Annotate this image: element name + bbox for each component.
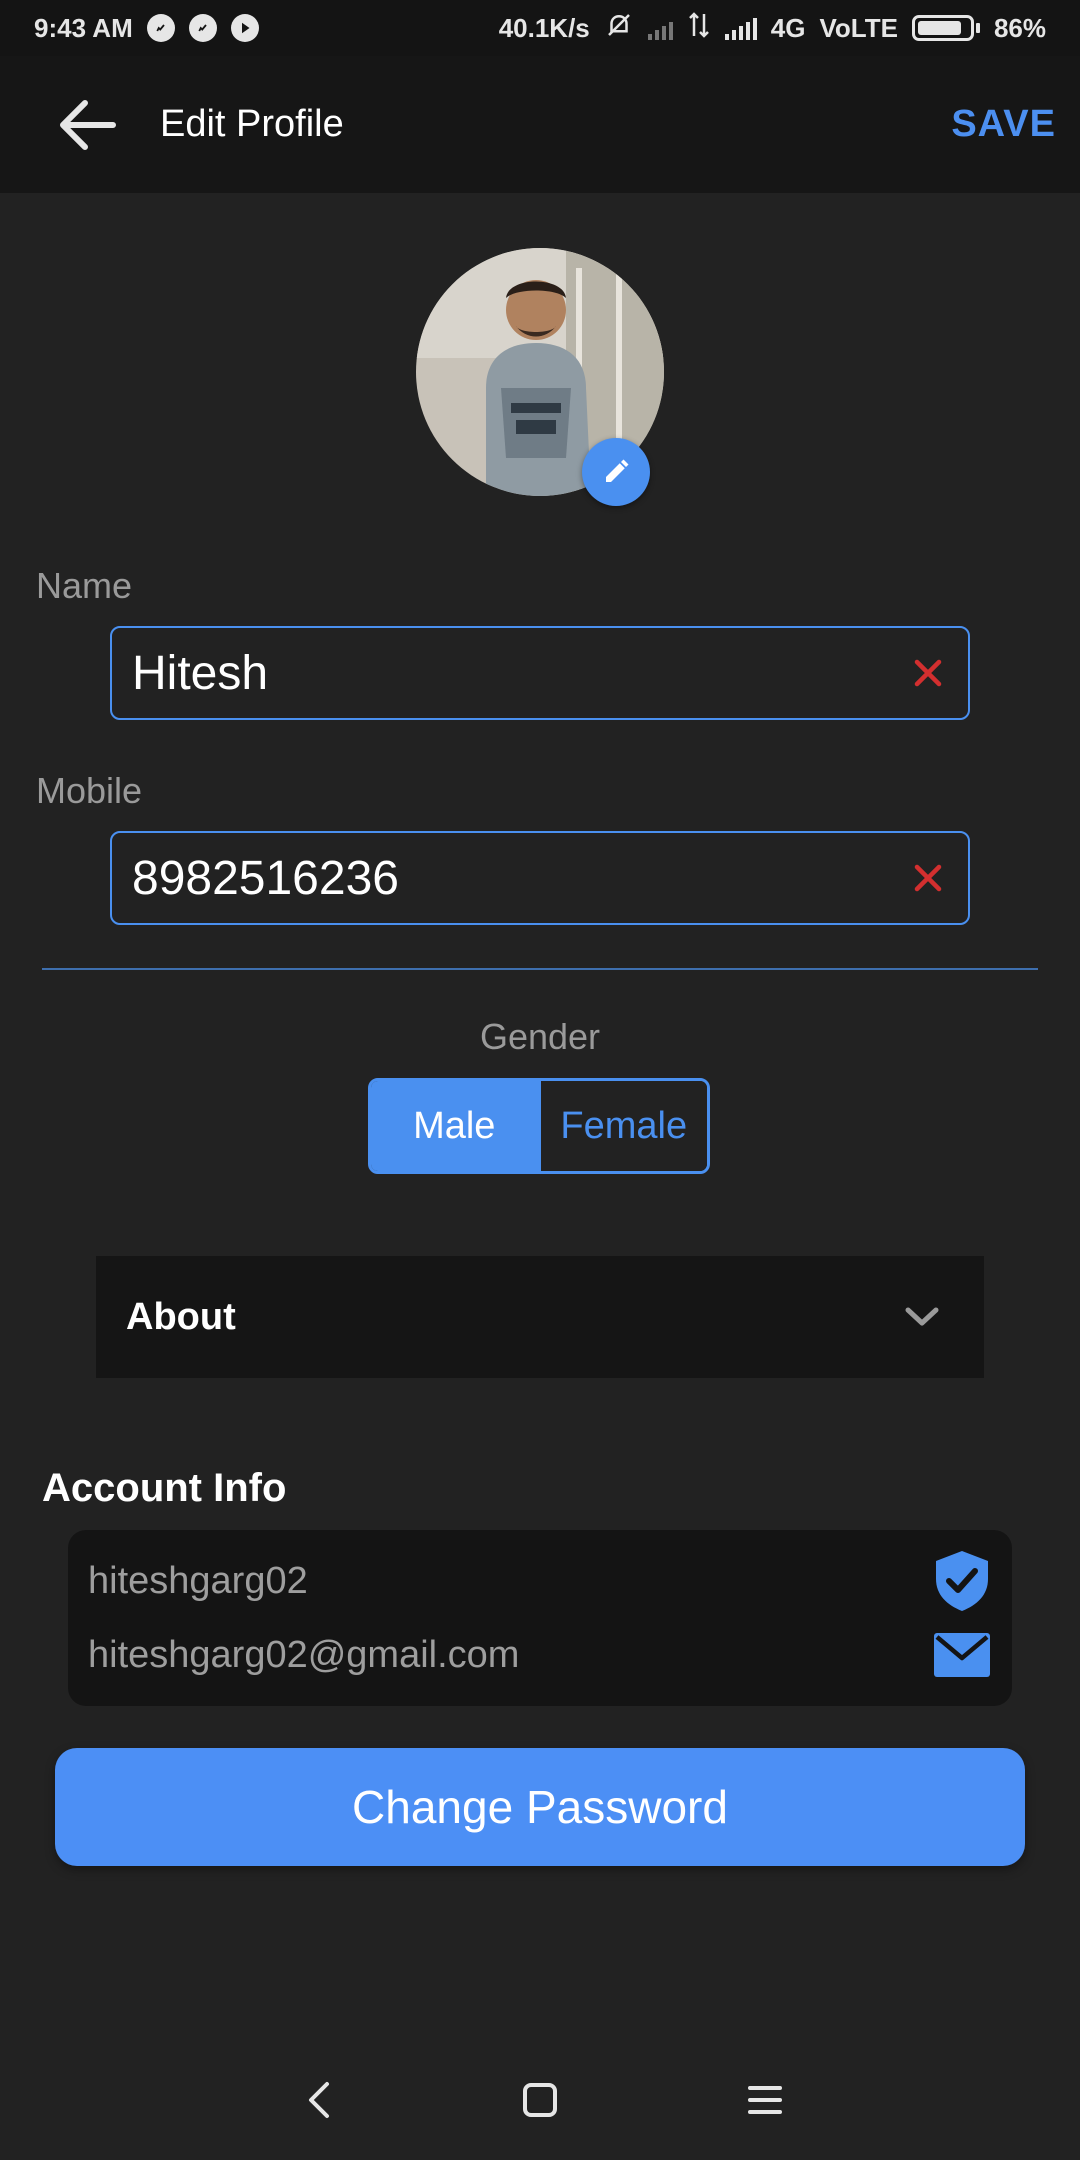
name-field[interactable] (110, 626, 970, 720)
chevron-down-icon (902, 1297, 942, 1337)
gender-option-female[interactable]: Female (537, 1081, 707, 1171)
mobile-field[interactable] (110, 831, 970, 925)
home-nav-icon[interactable] (500, 2060, 580, 2140)
gender-option-male[interactable]: Male (371, 1081, 538, 1171)
gender-toggle: Male Female (368, 1078, 710, 1174)
name-label: Name (36, 565, 133, 606)
status-left: 9:43 AM (34, 13, 259, 44)
close-icon[interactable] (908, 858, 948, 898)
account-email: hiteshgarg02@gmail.com (88, 1633, 520, 1676)
pencil-icon (606, 459, 629, 482)
account-info-card: hiteshgarg02 hiteshgarg02@gmail.com (68, 1530, 1012, 1706)
page-title: Edit Profile (160, 103, 344, 145)
net-speed: 40.1K/s (498, 12, 590, 43)
whatsapp-icon (188, 14, 217, 42)
status-time: 9:43 AM (34, 12, 133, 43)
battery-icon (911, 15, 980, 41)
mute-icon (604, 10, 634, 47)
whatsapp-icon (146, 14, 175, 42)
about-section[interactable]: About (96, 1256, 984, 1378)
system-nav-bar (0, 2040, 1080, 2160)
signal-sim2-icon (724, 16, 757, 40)
about-title: About (126, 1295, 236, 1338)
status-bar: 9:43 AM 40.1K/s 4G VoLTE 86% (0, 0, 1080, 56)
signal-sim1-icon (647, 16, 673, 40)
data-arrows-icon (687, 10, 711, 47)
mobile-label: Mobile (36, 770, 143, 811)
back-button[interactable] (42, 80, 132, 170)
status-right: 40.1K/s 4G VoLTE 86% (499, 10, 1046, 47)
app-bar: Edit Profile SAVE (0, 56, 1080, 193)
mail-icon (932, 1625, 992, 1685)
arrow-left-icon (60, 99, 116, 150)
gender-label: Gender (479, 1016, 601, 1057)
account-email-row: hiteshgarg02@gmail.com (88, 1620, 992, 1690)
close-icon[interactable] (908, 653, 948, 693)
name-input[interactable] (132, 645, 908, 701)
account-username: hiteshgarg02 (88, 1559, 308, 1602)
network-type: 4G (770, 12, 806, 43)
volte-label: VoLTE (819, 12, 898, 43)
divider (42, 968, 1038, 970)
battery-percent: 86% (993, 12, 1046, 43)
account-username-row: hiteshgarg02 (88, 1546, 992, 1616)
account-info-heading: Account Info (42, 1466, 287, 1510)
menu-nav-icon[interactable] (725, 2060, 805, 2140)
avatar-container (416, 248, 664, 506)
save-button[interactable]: SAVE (941, 93, 1066, 156)
change-password-button[interactable]: Change Password (55, 1748, 1025, 1866)
play-store-icon (230, 14, 259, 42)
verified-shield-icon (932, 1551, 992, 1611)
avatar-edit-button[interactable] (582, 438, 650, 506)
mobile-input[interactable] (132, 850, 908, 906)
back-nav-icon[interactable] (280, 2060, 360, 2140)
